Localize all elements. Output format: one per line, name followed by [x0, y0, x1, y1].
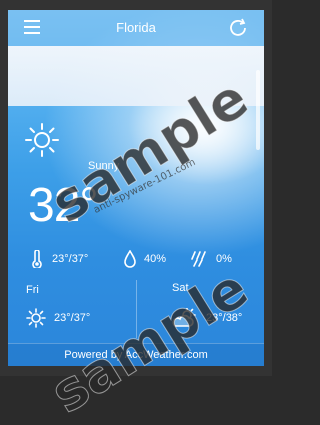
- thermometer-icon: [32, 250, 42, 268]
- temp-range-value: 23°/37°: [52, 253, 89, 265]
- sun-icon: [26, 308, 46, 328]
- forecast-day-fri: Fri: [26, 284, 39, 296]
- city-name[interactable]: Florida: [8, 20, 264, 35]
- sun-icon: [24, 122, 60, 158]
- drop-icon: [124, 250, 136, 268]
- app-frame: Florida Sunny 32° 23°/37° 40% 0% Fri Sat…: [0, 0, 272, 425]
- top-bar: Florida: [8, 10, 264, 46]
- scrollbar[interactable]: [256, 70, 260, 150]
- forecast-fri[interactable]: 23°/37°: [26, 308, 90, 328]
- humidity-detail: 40%: [124, 250, 166, 268]
- temp-range-detail: 23°/37°: [30, 250, 88, 268]
- humidity-value: 40%: [144, 253, 167, 265]
- rain-icon: [191, 251, 206, 267]
- refresh-icon[interactable]: [228, 18, 248, 38]
- forecast-fri-range: 23°/37°: [54, 312, 91, 324]
